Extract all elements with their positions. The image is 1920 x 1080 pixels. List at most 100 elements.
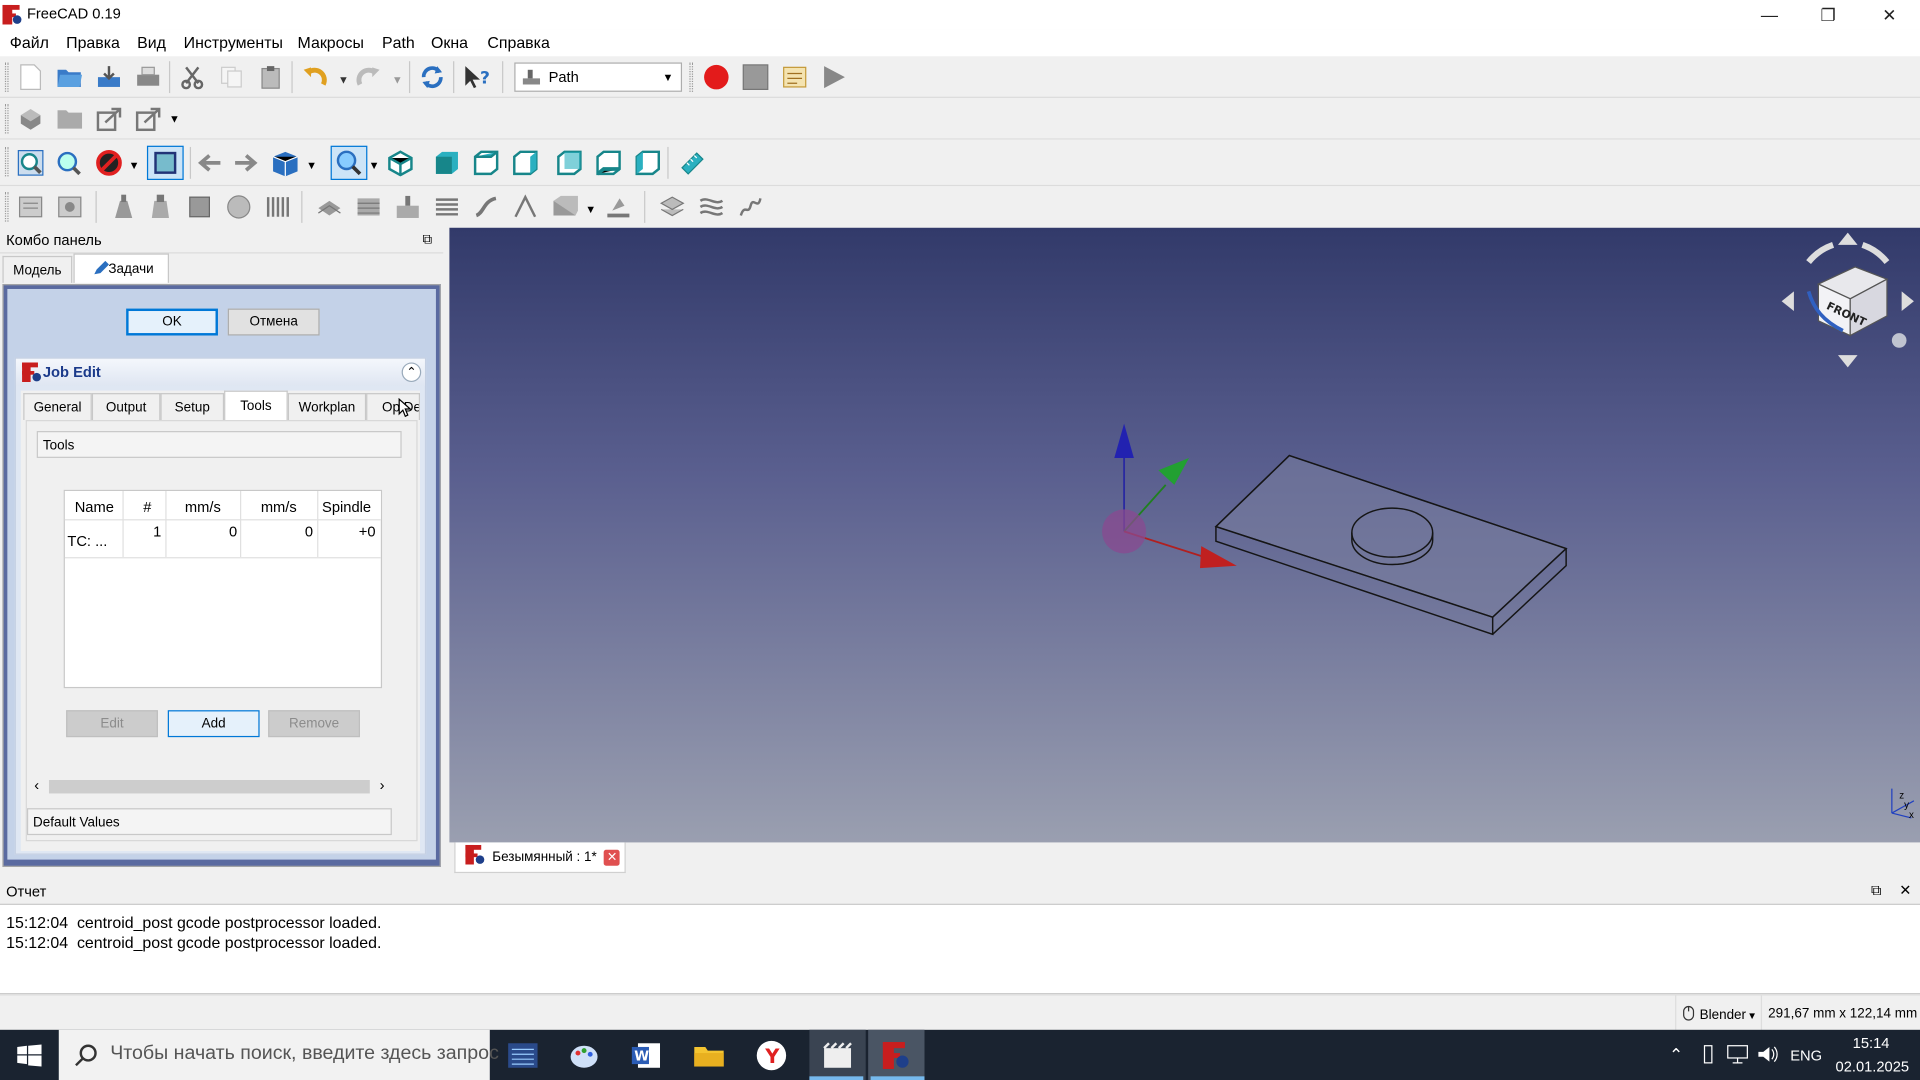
language-indicator[interactable]: ENG: [1790, 1047, 1822, 1064]
copy-icon[interactable]: [216, 61, 248, 93]
report-log[interactable]: 15:12:04 centroid_post gcode postprocess…: [0, 903, 1920, 995]
view-left-icon[interactable]: [632, 147, 664, 179]
pocket-icon[interactable]: [353, 191, 385, 223]
job-export-icon[interactable]: [54, 191, 86, 223]
paste-icon[interactable]: [255, 61, 287, 93]
stock-icon[interactable]: [184, 191, 216, 223]
horizontal-scrollbar[interactable]: ‹ ›: [31, 776, 397, 796]
collapse-icon[interactable]: ⌃: [401, 362, 422, 383]
float-panel-icon[interactable]: ⧉: [1871, 882, 1882, 900]
undo-icon[interactable]: [299, 61, 331, 93]
face-icon[interactable]: [392, 191, 424, 223]
menu-view[interactable]: Вид: [137, 33, 166, 51]
whats-this-icon[interactable]: ?: [462, 61, 494, 93]
share-dropdown-icon[interactable]: ▼: [169, 113, 180, 125]
chevron-up-icon[interactable]: ⌃: [1669, 1044, 1683, 1065]
document-tab[interactable]: Безымянный : 1* ✕: [454, 842, 626, 874]
cut-icon[interactable]: [176, 61, 208, 93]
menu-tools[interactable]: Инструменты: [184, 33, 283, 51]
new-document-icon[interactable]: [15, 61, 47, 93]
table-cell-spindle[interactable]: +0: [359, 523, 376, 540]
column-header[interactable]: #: [143, 498, 151, 515]
close-panel-icon[interactable]: ✕: [1899, 882, 1911, 899]
column-header[interactable]: Name: [75, 498, 114, 515]
minimize-button[interactable]: —: [1741, 0, 1797, 29]
dressup-icon[interactable]: [656, 191, 688, 223]
menu-help[interactable]: Справка: [487, 33, 549, 51]
toolbar-grip[interactable]: [4, 62, 9, 92]
view-top-icon[interactable]: [470, 147, 502, 179]
word-icon[interactable]: W: [618, 1030, 674, 1080]
tab-tasks[interactable]: Задачи: [73, 253, 169, 283]
usb-icon[interactable]: [1701, 1044, 1716, 1067]
helix-icon[interactable]: [431, 191, 463, 223]
back-icon[interactable]: [193, 147, 225, 179]
tab-setup[interactable]: Setup: [160, 393, 225, 421]
add-tool-button[interactable]: Add: [167, 710, 260, 738]
redo-icon[interactable]: [353, 61, 385, 93]
engrave-icon[interactable]: [470, 191, 502, 223]
adaptive-icon[interactable]: [262, 191, 294, 223]
table-cell-name[interactable]: TC: ...: [67, 533, 107, 550]
draw-style-dropdown-icon[interactable]: ▼: [129, 159, 140, 171]
zoom-dropdown-icon[interactable]: ▼: [369, 159, 380, 171]
view-front-icon[interactable]: [431, 147, 463, 179]
freecad-taskbar-icon[interactable]: [868, 1029, 925, 1080]
execute-macro-icon[interactable]: [818, 61, 850, 93]
folder-icon[interactable]: [54, 103, 86, 135]
view-right-icon[interactable]: [509, 147, 541, 179]
fit-selection-icon[interactable]: [53, 147, 85, 179]
navigation-style-selector[interactable]: Blender ▼: [1682, 1005, 1757, 1025]
close-tab-icon[interactable]: ✕: [604, 849, 621, 866]
tab-general[interactable]: General: [23, 393, 92, 421]
ok-button[interactable]: OK: [126, 308, 218, 336]
taskbar-search[interactable]: Чтобы начать поиск, введите здесь запрос: [58, 1029, 499, 1080]
scene-canvas[interactable]: [449, 228, 1920, 843]
print-icon[interactable]: [132, 61, 164, 93]
file-explorer-icon[interactable]: [681, 1030, 737, 1080]
simulator-icon[interactable]: [696, 191, 728, 223]
volume-icon[interactable]: [1757, 1044, 1779, 1067]
scroll-thumb[interactable]: [48, 780, 370, 794]
fit-all-icon[interactable]: [15, 147, 47, 179]
table-cell-vfeed[interactable]: 0: [229, 523, 237, 540]
remove-tool-button[interactable]: Remove: [268, 710, 361, 738]
std-views-icon[interactable]: [269, 147, 301, 179]
workbench-selector[interactable]: Path ▼: [514, 62, 683, 92]
export-icon[interactable]: [93, 103, 125, 135]
draw-style-icon[interactable]: [93, 147, 125, 179]
measure-icon[interactable]: [676, 147, 708, 179]
tab-tools[interactable]: Tools: [224, 390, 288, 421]
network-icon[interactable]: [1727, 1044, 1749, 1067]
surface-icon[interactable]: [549, 191, 581, 223]
job-create-icon[interactable]: [15, 191, 47, 223]
toolbar-grip[interactable]: [4, 192, 9, 222]
toolbar-grip[interactable]: [689, 62, 694, 92]
redo-dropdown-icon[interactable]: ▼: [392, 73, 403, 85]
open-icon[interactable]: [54, 61, 86, 93]
path-inspect-icon[interactable]: [735, 191, 767, 223]
paint-icon[interactable]: [556, 1030, 612, 1080]
clock-time[interactable]: 15:14: [1853, 1035, 1890, 1052]
calculator-icon[interactable]: [495, 1030, 551, 1080]
column-header[interactable]: mm/s: [185, 498, 221, 515]
undo-dropdown-icon[interactable]: ▼: [338, 73, 349, 85]
profile-icon[interactable]: [313, 191, 345, 223]
job-icon[interactable]: [15, 103, 47, 135]
column-header[interactable]: Spindle: [322, 498, 371, 515]
toolbar-grip[interactable]: [4, 104, 9, 134]
cancel-button[interactable]: Отмена: [227, 308, 320, 336]
record-macro-icon[interactable]: [700, 61, 732, 93]
clock-date[interactable]: 02.01.2025: [1836, 1058, 1910, 1075]
scroll-right-icon[interactable]: ›: [380, 776, 385, 793]
toolbar-grip[interactable]: [4, 146, 9, 177]
tab-output[interactable]: Output: [91, 393, 161, 421]
drill-icon[interactable]: [223, 191, 255, 223]
tools-section-header[interactable]: Tools: [36, 431, 402, 458]
vcarve-icon[interactable]: [509, 191, 541, 223]
menu-edit[interactable]: Правка: [66, 33, 120, 51]
tool-bit-icon[interactable]: [144, 191, 176, 223]
refresh-icon[interactable]: [416, 61, 448, 93]
surface-dropdown-icon[interactable]: ▼: [585, 203, 596, 215]
save-icon[interactable]: [93, 61, 125, 93]
